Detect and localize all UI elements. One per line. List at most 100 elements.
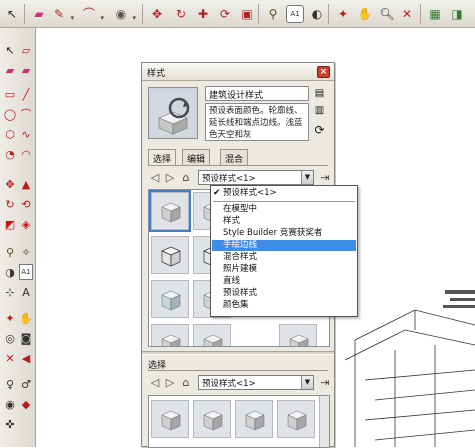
home-icon[interactable]: ⌂ [179,169,193,185]
protractor-icon[interactable]: ◉ [112,5,136,23]
panel-splitter[interactable] [142,351,334,355]
dropdown-item-photo-modeling[interactable]: 照片建模 [212,264,356,275]
text-icon[interactable]: A1 [19,264,33,280]
save-style-icon[interactable]: ▥ [312,103,327,117]
camera-icon[interactable]: ▦ [426,5,444,23]
dropdown-item-checked[interactable]: ✔ 预设样式<1> [212,188,356,199]
scale-icon[interactable]: ◩ [3,216,17,232]
position-camera-icon[interactable]: ♀ [3,376,17,392]
update-style-icon[interactable]: ▤ [312,86,327,100]
move-icon[interactable]: ✥ [148,5,166,23]
offset-icon[interactable]: ▣ [238,5,256,23]
home-icon[interactable]: ⌂ [179,374,193,390]
style-thumbnail-item[interactable] [151,236,189,274]
style-description[interactable]: 预设表面颜色。轮廓线、延长线和端点边线。浅蓝色天空和灰 [205,103,309,141]
axes-icon[interactable]: ⊹ [3,284,17,300]
pencil-icon[interactable]: ✎ [50,5,74,23]
polygon-icon[interactable]: ⬡ [3,126,17,142]
section-plane-icon[interactable]: ◆ [19,396,33,412]
dropdown-item-style-builder[interactable]: Style Builder 竞赛获奖者 [212,228,356,239]
refresh-icon[interactable]: ⟳ [312,123,327,137]
tab-edit[interactable]: 编辑 [182,149,211,165]
move-icon[interactable]: ✥ [3,176,17,192]
lower-collection-select[interactable]: 预设样式<1> ▼ [198,375,314,390]
style-thumbnail-item[interactable] [149,190,191,232]
style-name-input[interactable]: 建筑设计样式 [205,86,309,101]
panel-title-bar[interactable]: 样式 [142,63,334,81]
dropdown-item-color-sets[interactable]: 颜色集 [212,300,356,311]
pan-icon[interactable]: ✋ [19,310,33,326]
paint-bucket-icon[interactable]: ▰ [3,62,17,78]
dropdown-separator [213,201,355,202]
tape-measure-icon[interactable]: ⚲ [3,244,17,260]
arc-icon[interactable]: ⌒ [80,5,104,23]
pie-icon[interactable]: ◔ [3,146,17,162]
previous-view-icon[interactable]: ◀ [19,350,33,366]
arc2-icon[interactable]: ◠ [19,146,33,162]
style-thumbnail-item[interactable] [279,324,317,346]
line-icon[interactable]: ╱ [19,86,33,102]
tab-select[interactable]: 选择 [148,149,177,165]
dropdown-item-straight-lines[interactable]: 直线 [212,276,356,287]
make-component-icon[interactable]: ▱ [19,42,33,58]
select-arrow-icon[interactable]: ↖ [3,42,17,58]
back-icon[interactable]: ◁ [148,374,162,390]
back-icon[interactable]: ◁ [148,169,162,185]
tape-measure-icon[interactable]: ⚲ [264,5,282,23]
dropdown-item-in-model[interactable]: 在模型中 [212,204,356,215]
style-thumbnail-item[interactable] [151,400,189,438]
offset-icon[interactable]: ◈ [19,216,33,232]
collection-select[interactable]: 预设样式<1> ▼ [198,170,314,185]
circle-icon[interactable]: ◯ [3,106,17,122]
dimension-icon[interactable]: ✧ [19,244,33,260]
rotate-icon[interactable]: ↻ [172,5,190,23]
details-icon[interactable]: ⇥ [318,374,332,390]
pan-icon[interactable]: ✋ [356,5,374,23]
scrollbar[interactable] [319,396,329,447]
push-pull-icon[interactable]: ✚ [194,5,212,23]
style-thumbnail-item[interactable] [151,280,189,318]
orbit-icon[interactable]: ✦ [3,310,17,326]
freehand-icon[interactable]: ∿ [19,126,33,142]
dropdown-item-sketchy-edges[interactable]: 手绘边线 [212,240,356,251]
dimension-icon[interactable]: ◐ [308,5,326,23]
rotate-icon[interactable]: ↻ [3,196,17,212]
refresh-icon[interactable]: ⟳ [216,5,234,23]
dropdown-item-styles[interactable]: 样式 [212,216,356,227]
orbit-icon[interactable]: ✦ [334,5,352,23]
arc-icon[interactable]: ⌒ [19,106,33,122]
protractor-icon[interactable]: ◑ [3,264,17,280]
zoom-icon[interactable]: ◎ [3,330,17,346]
follow-me-icon[interactable]: ⟲ [19,196,33,212]
zoom-icon[interactable]: 🔍︎ [378,5,396,23]
3d-text-icon[interactable]: A [19,284,33,300]
style-thumbnail-item[interactable] [151,324,189,346]
walk-icon[interactable]: ♂ [19,376,33,392]
select-arrow-icon[interactable]: ↖ [3,5,21,23]
style-thumbnail-item[interactable] [277,400,315,438]
style-thumbnail-item[interactable] [193,400,231,438]
look-around-icon[interactable]: ◨ [448,5,466,23]
zoom-extents-icon[interactable]: ✕ [398,5,416,23]
details-icon[interactable]: ⇥ [318,169,332,185]
forward-icon[interactable]: ▷ [163,169,177,185]
walk-around-icon[interactable]: ✜ [3,416,17,432]
close-button[interactable]: × [317,66,330,78]
dropdown-item-mixed-styles[interactable]: 混合样式 [212,252,356,263]
eraser-icon[interactable]: ▰ [19,62,33,78]
text-icon[interactable]: A1 [286,5,304,23]
dropdown-item-default-styles[interactable]: 预设样式 [212,288,356,299]
forward-icon[interactable]: ▷ [163,374,177,390]
chevron-down-icon[interactable]: ▼ [301,171,313,184]
rectangle-icon[interactable]: ▭ [3,86,17,102]
zoom-window-icon[interactable]: ◙ [19,330,33,346]
zoom-extents-icon[interactable]: ✕ [3,350,17,366]
building-sketch [345,290,475,447]
chevron-down-icon[interactable]: ▼ [301,376,313,389]
tab-mix[interactable]: 混合 [220,149,249,165]
look-around-icon[interactable]: ◉ [3,396,17,412]
style-thumbnail-item[interactable] [193,324,231,346]
push-pull-icon[interactable]: ▲ [19,176,33,192]
eraser-icon[interactable]: ▰ [30,5,48,23]
style-thumbnail-item[interactable] [235,400,273,438]
